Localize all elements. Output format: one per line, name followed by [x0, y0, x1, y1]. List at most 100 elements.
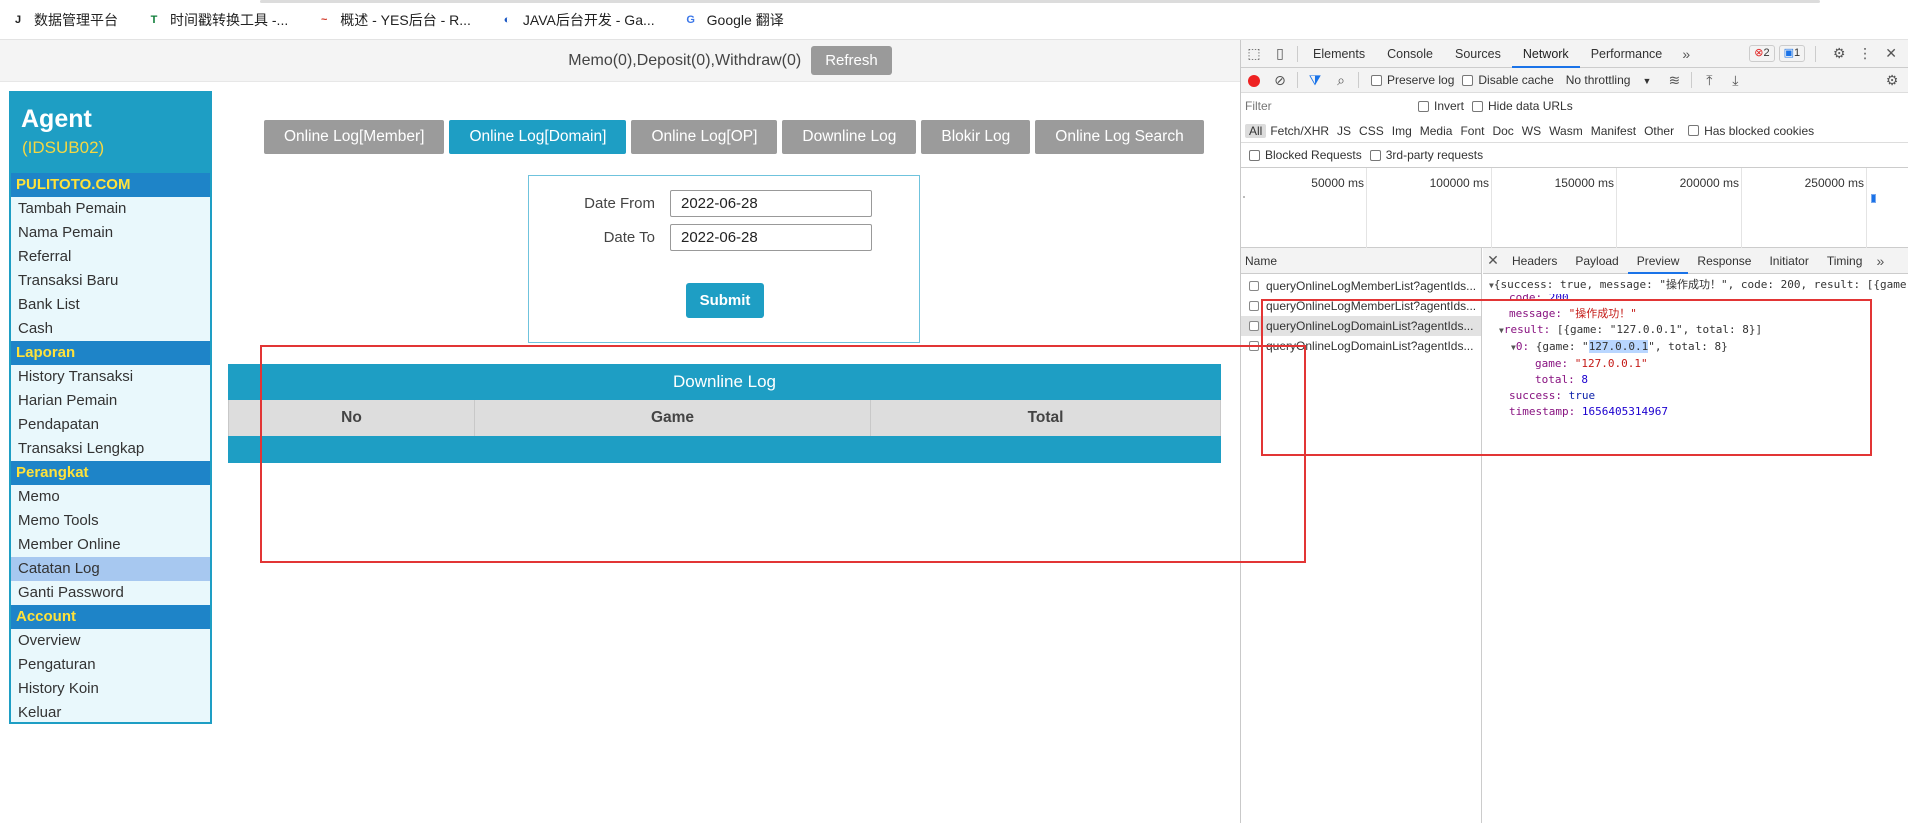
message-badge[interactable]: ▣1 — [1778, 45, 1806, 62]
sidebar-item-memo-tools[interactable]: Memo Tools — [11, 509, 210, 533]
disable-cache-checkbox[interactable]: Disable cache — [1462, 73, 1554, 87]
devtools-tab-console[interactable]: Console — [1376, 40, 1444, 68]
network-timeline[interactable]: 50000 ms 100000 ms 150000 ms 200000 ms 25000… — [1241, 168, 1908, 248]
sidebar-item-transaksi-lengkap[interactable]: Transaksi Lengkap — [11, 437, 210, 461]
devtools-tab-sources[interactable]: Sources — [1444, 40, 1512, 68]
record-icon[interactable] — [1241, 72, 1267, 88]
type-filter-manifest[interactable]: Manifest — [1587, 124, 1640, 138]
error-badge[interactable]: ⊗2 — [1749, 45, 1775, 62]
sidebar-item-catatan-log[interactable]: Catatan Log — [11, 557, 210, 581]
import-har-icon[interactable]: ⤒ — [1696, 72, 1722, 89]
detail-tab-timing[interactable]: Timing — [1818, 248, 1872, 274]
more-tabs-icon[interactable]: » — [1673, 46, 1699, 62]
refresh-button[interactable]: Refresh — [811, 46, 892, 75]
sidebar-item-history-koin[interactable]: History Koin — [11, 677, 210, 701]
throttling-select[interactable]: No throttling ▼ — [1566, 73, 1652, 87]
hide-data-urls-checkbox[interactable]: Hide data URLs — [1472, 99, 1573, 113]
type-filter-ws[interactable]: WS — [1518, 124, 1545, 138]
sidebar-item-transaksi-baru[interactable]: Transaksi Baru — [11, 269, 210, 293]
type-filter-img[interactable]: Img — [1388, 124, 1416, 138]
type-filter-all[interactable]: All — [1245, 123, 1267, 138]
sidebar-item-tambah-pemain[interactable]: Tambah Pemain — [11, 197, 210, 221]
invert-checkbox[interactable]: Invert — [1418, 99, 1464, 113]
close-detail-icon[interactable]: ✕ — [1483, 252, 1503, 269]
request-checkbox[interactable] — [1249, 281, 1259, 291]
request-checkbox[interactable] — [1249, 341, 1259, 351]
search-icon[interactable]: ⌕ — [1328, 72, 1354, 89]
date-to-input[interactable] — [670, 224, 872, 251]
preview-result-line[interactable]: ▼result: [{game: "127.0.0.1", total: 8}] — [1483, 322, 1908, 339]
preview-summary[interactable]: ▼{success: true, message: "操作成功！", code:… — [1483, 277, 1908, 294]
filter-input[interactable] — [1245, 96, 1410, 116]
request-row[interactable]: queryOnlineLogDomainList?agentIds... — [1241, 336, 1481, 356]
devtools-tab-elements[interactable]: Elements — [1302, 40, 1376, 68]
sidebar-item-harian-pemain[interactable]: Harian Pemain — [11, 389, 210, 413]
request-checkbox[interactable] — [1249, 321, 1259, 331]
type-filter-media[interactable]: Media — [1416, 124, 1457, 138]
blocked-requests-checkbox[interactable]: Blocked Requests — [1249, 148, 1362, 162]
sidebar-item-referral[interactable]: Referral — [11, 245, 210, 269]
date-from-input[interactable] — [670, 190, 872, 217]
tab-downline-log[interactable]: Downline Log — [782, 120, 917, 154]
devtools-tab-performance[interactable]: Performance — [1580, 40, 1674, 68]
type-filter-wasm[interactable]: Wasm — [1545, 124, 1587, 138]
sidebar-item-member-online[interactable]: Member Online — [11, 533, 210, 557]
network-settings-gear-icon[interactable]: ⚙ — [1879, 72, 1905, 89]
clear-icon[interactable]: ⊘ — [1267, 72, 1293, 89]
type-filter-font[interactable]: Font — [1456, 124, 1488, 138]
sidebar-item-overview[interactable]: Overview — [11, 629, 210, 653]
export-har-icon[interactable]: ⤓ — [1722, 72, 1748, 89]
preserve-log-checkbox[interactable]: Preserve log — [1371, 73, 1454, 87]
third-party-checkbox[interactable]: 3rd-party requests — [1369, 148, 1483, 162]
request-row[interactable]: queryOnlineLogDomainList?agentIds... — [1241, 316, 1481, 336]
sidebar-item-pengaturan[interactable]: Pengaturan — [11, 653, 210, 677]
sidebar-item-pendapatan[interactable]: Pendapatan — [11, 413, 210, 437]
tab-blokir-log[interactable]: Blokir Log — [921, 120, 1031, 154]
inspect-icon[interactable]: ⬚ — [1241, 45, 1267, 62]
preview-item-line[interactable]: ▼0: {game: "127.0.0.1", total: 8} — [1483, 339, 1908, 356]
tab-online-log-op[interactable]: Online Log[OP] — [631, 120, 778, 154]
sidebar-item-bank-list[interactable]: Bank List — [11, 293, 210, 317]
detail-tab-initiator[interactable]: Initiator — [1760, 248, 1817, 274]
bookmark-item[interactable]: ◐ JAVA后台开发 - Ga... — [499, 10, 655, 30]
type-filter-css[interactable]: CSS — [1355, 124, 1388, 138]
detail-tab-response[interactable]: Response — [1688, 248, 1760, 274]
request-checkbox[interactable] — [1249, 301, 1259, 311]
type-filter-doc[interactable]: Doc — [1488, 124, 1517, 138]
type-filter-fetch-xhr[interactable]: Fetch/XHR — [1266, 124, 1333, 138]
settings-gear-icon[interactable]: ⚙ — [1826, 45, 1852, 62]
filter-funnel-icon[interactable]: ⧩ — [1302, 72, 1328, 89]
date-to-label: Date To — [603, 229, 655, 246]
more-detail-tabs-icon[interactable]: » — [1871, 253, 1889, 269]
type-filter-js[interactable]: JS — [1333, 124, 1355, 138]
detail-tab-payload[interactable]: Payload — [1566, 248, 1627, 274]
sidebar-item-ganti-password[interactable]: Ganti Password — [11, 581, 210, 605]
type-filter-other[interactable]: Other — [1640, 124, 1678, 138]
submit-button[interactable]: Submit — [686, 283, 764, 318]
sidebar-item-history-transaksi[interactable]: History Transaksi — [11, 365, 210, 389]
device-toggle-icon[interactable]: ▯ — [1267, 45, 1293, 62]
bookmark-item[interactable]: G Google 翻译 — [683, 10, 783, 30]
close-icon[interactable]: ✕ — [1878, 45, 1904, 62]
kebab-menu-icon[interactable]: ⋮ — [1852, 45, 1878, 62]
sidebar-item-keluar[interactable]: Keluar — [11, 701, 210, 725]
tab-online-log-domain[interactable]: Online Log[Domain] — [449, 120, 627, 154]
bookmark-item[interactable]: T 时间戳转换工具 -... — [146, 10, 289, 30]
bookmark-item[interactable]: ~ 概述 - YES后台 - R... — [316, 10, 471, 30]
sidebar-item-cash[interactable]: Cash — [11, 317, 210, 341]
sidebar-item-memo[interactable]: Memo — [11, 485, 210, 509]
tab-online-log-search[interactable]: Online Log Search — [1035, 120, 1204, 154]
timestamp-value: 1656405314967 — [1581, 405, 1668, 418]
detail-tab-preview[interactable]: Preview — [1627, 248, 1689, 274]
has-blocked-cookies-checkbox[interactable]: Has blocked cookies — [1688, 124, 1814, 138]
devtools-tab-network[interactable]: Network — [1511, 40, 1580, 68]
request-row[interactable]: queryOnlineLogMemberList?agentIds... — [1241, 276, 1481, 296]
sidebar-item-nama-pemain[interactable]: Nama Pemain — [11, 221, 210, 245]
request-list: Name queryOnlineLogMemberList?agentIds..… — [1241, 248, 1482, 823]
wifi-conditions-icon[interactable]: ≋ — [1661, 72, 1687, 89]
bookmark-item[interactable]: J 数据管理平台 — [10, 10, 118, 30]
detail-tabs: Headers Payload Preview Response Initiator Ti… — [1503, 248, 1871, 274]
detail-tab-headers[interactable]: Headers — [1503, 248, 1566, 274]
request-row[interactable]: queryOnlineLogMemberList?agentIds... — [1241, 296, 1481, 316]
tab-online-log-member[interactable]: Online Log[Member] — [264, 120, 445, 154]
